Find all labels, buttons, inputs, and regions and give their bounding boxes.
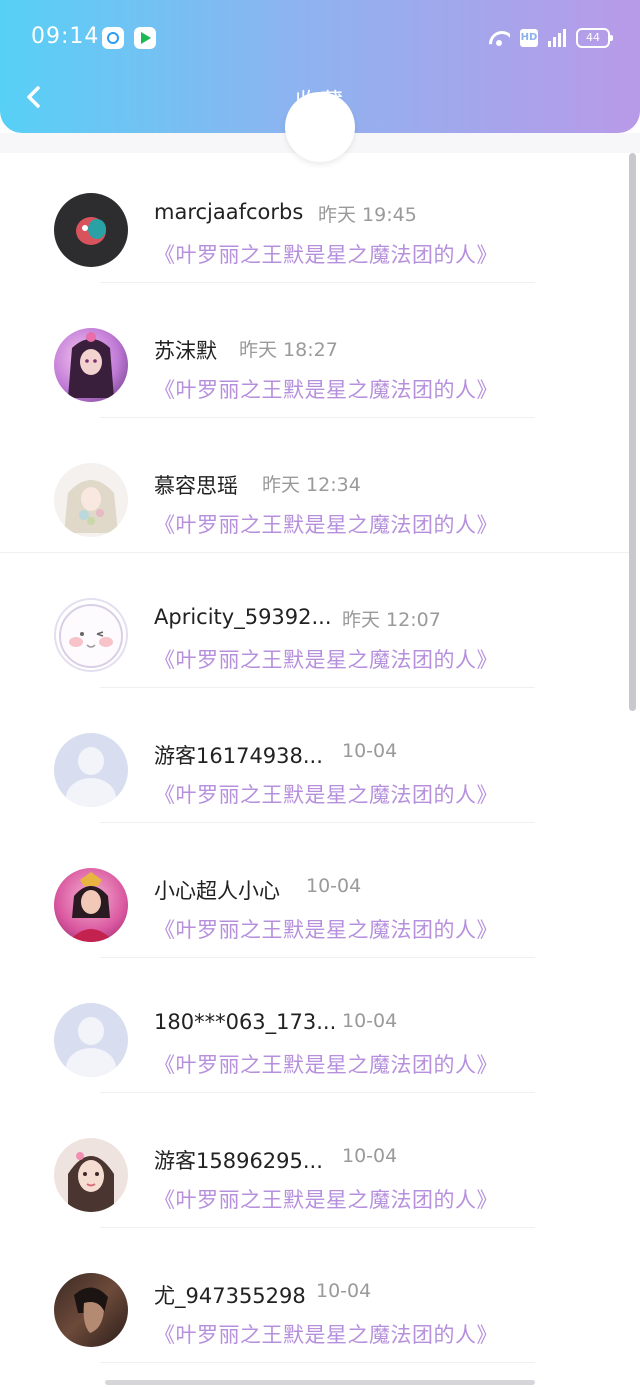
avatar[interactable] <box>54 328 128 402</box>
status-bar: 09:14 HD 44 <box>0 0 640 78</box>
default-user-avatar[interactable] <box>54 733 128 807</box>
list-item[interactable]: Apricity_59392... 昨天 12:07 《叶罗丽之王默是星之魔法团… <box>0 553 630 688</box>
list-item[interactable]: 180***063_173... 10-04 《叶罗丽之王默是星之魔法团的人》 <box>0 958 630 1093</box>
divider <box>100 1362 535 1363</box>
wifi-icon <box>488 29 510 47</box>
avatar[interactable] <box>54 1138 128 1212</box>
work-title-link[interactable]: 《叶罗丽之王默是星之魔法团的人》 <box>154 1049 498 1079</box>
favorites-list: marcjaafcorbs 昨天 19:45 《叶罗丽之王默是星之魔法团的人》 … <box>0 148 630 1363</box>
default-user-avatar[interactable] <box>54 1003 128 1077</box>
user-name[interactable]: 慕容思瑶 <box>154 470 238 500</box>
dark-fish-avatar-icon <box>76 217 106 245</box>
video-app-icon <box>134 27 156 49</box>
timestamp: 10-04 <box>342 740 398 762</box>
battery-icon: 44 <box>576 28 613 48</box>
timestamp: 昨天 19:45 <box>318 204 417 226</box>
list-item[interactable]: 慕容思瑶 昨天 12:34 《叶罗丽之王默是星之魔法团的人》 <box>0 418 630 553</box>
avatar[interactable] <box>54 868 128 942</box>
user-name[interactable]: 游客16174938... <box>154 740 323 770</box>
list-scrollbar[interactable] <box>629 153 636 711</box>
costume-girl-pink-avatar-icon <box>68 872 114 942</box>
system-icons: HD 44 <box>488 26 613 50</box>
anime-girl-purple-avatar-icon <box>68 332 114 398</box>
timestamp: 10-04 <box>342 1010 398 1032</box>
list-item[interactable]: 苏沫默 昨天 18:27 《叶罗丽之王默是星之魔法团的人》 <box>0 283 630 418</box>
anime-girl-light-avatar-icon <box>64 480 118 533</box>
signal-icon <box>548 29 566 47</box>
timestamp: 昨天 12:07 <box>342 609 441 631</box>
work-title-link[interactable]: 《叶罗丽之王默是星之魔法团的人》 <box>154 644 498 674</box>
list-item[interactable]: 小心超人小心 10-04 《叶罗丽之王默是星之魔法团的人》 <box>0 823 630 958</box>
work-title-link[interactable]: 《叶罗丽之王默是星之魔法团的人》 <box>154 239 498 269</box>
timestamp: 10-04 <box>342 1145 398 1167</box>
photo-girl-avatar-icon <box>68 1152 114 1212</box>
dark-portrait-avatar-icon <box>74 1287 108 1333</box>
user-name[interactable]: 180***063_173... <box>154 1010 336 1034</box>
user-name[interactable]: 游客15896295... <box>154 1145 323 1175</box>
avatar[interactable] <box>54 193 128 267</box>
hd-badge-icon: HD <box>520 29 538 47</box>
avatar[interactable] <box>54 598 128 672</box>
work-title-link[interactable]: 《叶罗丽之王默是星之魔法团的人》 <box>154 509 498 539</box>
user-name[interactable]: 尤_947355298 <box>154 1280 306 1310</box>
avatar[interactable] <box>54 463 128 537</box>
list-item[interactable]: 游客16174938... 10-04 《叶罗丽之王默是星之魔法团的人》 <box>0 688 630 823</box>
status-clock: 09:14 <box>31 24 100 49</box>
list-item[interactable]: marcjaafcorbs 昨天 19:45 《叶罗丽之王默是星之魔法团的人》 <box>0 148 630 283</box>
notification-app-icon <box>102 27 124 49</box>
work-title-link[interactable]: 《叶罗丽之王默是星之魔法团的人》 <box>154 914 498 944</box>
user-name[interactable]: 苏沫默 <box>154 335 217 365</box>
user-name[interactable]: marcjaafcorbs <box>154 200 303 224</box>
avatar[interactable] <box>54 1273 128 1347</box>
work-title-link[interactable]: 《叶罗丽之王默是星之魔法团的人》 <box>154 1184 498 1214</box>
list-item[interactable]: 尤_947355298 10-04 《叶罗丽之王默是星之魔法团的人》 <box>0 1228 630 1363</box>
work-title-link[interactable]: 《叶罗丽之王默是星之魔法团的人》 <box>154 779 498 809</box>
user-name[interactable]: Apricity_59392... <box>154 605 332 629</box>
timestamp: 昨天 18:27 <box>239 339 338 361</box>
blush-face-avatar-icon <box>59 604 123 668</box>
work-title-link[interactable]: 《叶罗丽之王默是星之魔法团的人》 <box>154 374 498 404</box>
work-title-link[interactable]: 《叶罗丽之王默是星之魔法团的人》 <box>154 1319 498 1349</box>
timestamp: 10-04 <box>306 875 362 897</box>
timestamp: 昨天 12:34 <box>262 474 361 496</box>
user-name[interactable]: 小心超人小心 <box>154 875 280 905</box>
list-item[interactable]: 游客15896295... 10-04 《叶罗丽之王默是星之魔法团的人》 <box>0 1093 630 1228</box>
home-indicator[interactable] <box>105 1380 535 1385</box>
timestamp: 10-04 <box>316 1280 372 1302</box>
